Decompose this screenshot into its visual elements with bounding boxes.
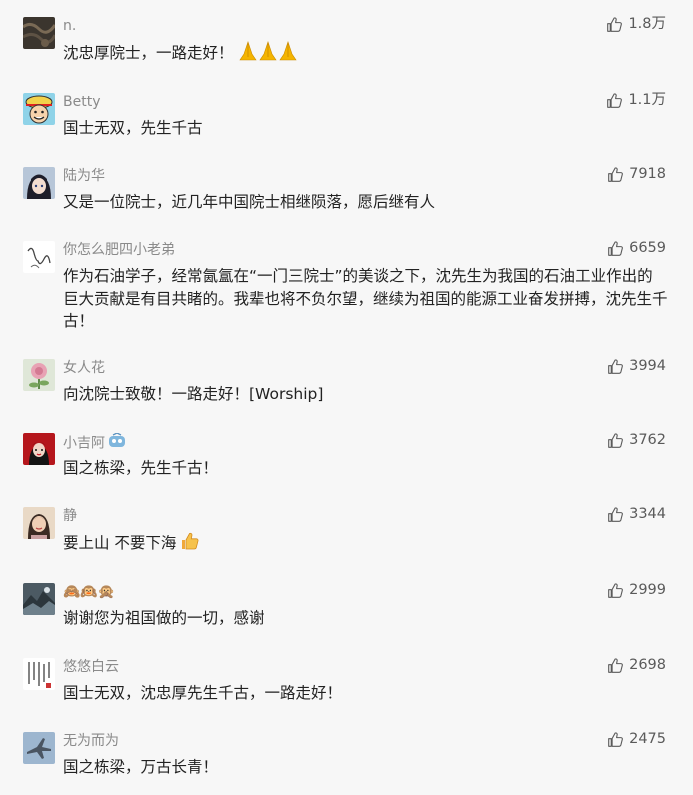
like-button[interactable]: 2698 (607, 655, 666, 675)
comment-text: 要上山 不要下海 (63, 531, 668, 558)
like-button[interactable]: 3344 (607, 504, 666, 524)
like-button[interactable]: 3762 (607, 430, 666, 450)
avatar[interactable] (23, 359, 55, 391)
comment-text: 沈忠厚院士，一路走好！ (63, 41, 668, 68)
like-button[interactable]: 7918 (607, 164, 666, 184)
comment-nickname[interactable]: 悠悠白云 (63, 658, 119, 676)
avatar[interactable] (23, 17, 55, 49)
comment-nickname[interactable]: 你怎么肥四小老弟 (63, 241, 175, 259)
thumbs-up-icon (607, 16, 623, 32)
like-count: 1.1万 (628, 92, 666, 108)
like-count: 6659 (629, 240, 666, 256)
thumbs-up-icon (608, 657, 624, 673)
avatar[interactable] (23, 241, 55, 273)
thumbs-up-icon (608, 358, 624, 374)
avatar[interactable] (23, 167, 55, 199)
like-button[interactable]: 3994 (607, 356, 666, 376)
comment-nickname[interactable]: 小吉阿 (63, 432, 126, 454)
thumbs-up-icon (608, 432, 624, 448)
pray-hands-icon (238, 41, 298, 68)
comment-text: 国士无双，先生千古 (63, 119, 203, 137)
thumbs-up-icon (607, 92, 623, 108)
comment-nickname[interactable]: 女人花 (63, 359, 105, 377)
vip-badge-icon (108, 432, 126, 454)
like-button[interactable]: 1.8万 (606, 14, 666, 34)
like-button[interactable]: 2999 (607, 580, 666, 600)
comment-nickname[interactable]: 🙈🙉🙊 (63, 583, 115, 601)
like-count: 2698 (629, 657, 666, 673)
comment-nickname[interactable]: 无为而为 (63, 732, 119, 750)
comment-text: 国之栋梁，先生千古！ (63, 459, 219, 477)
comment-nickname[interactable]: 静 (63, 507, 77, 525)
avatar[interactable] (23, 658, 55, 690)
comment-text: 谢谢您为祖国做的一切，感谢 (63, 609, 265, 627)
thumbs-up-icon (608, 506, 624, 522)
like-count: 3994 (629, 358, 666, 374)
like-button[interactable]: 1.1万 (606, 90, 666, 110)
avatar[interactable] (23, 583, 55, 615)
like-count: 2999 (629, 582, 666, 598)
comment-nickname[interactable]: Betty (63, 93, 100, 111)
comment-text: 又是一位院士，近几年中国院士相继陨落，愿后继有人 (63, 193, 436, 211)
thumbs-up-icon (608, 582, 624, 598)
thumbs-up-icon (608, 240, 624, 256)
comment-text: 向沈院士致敬！一路走好！[Worship] (63, 385, 324, 403)
thumbs-up-emoji-icon (180, 531, 200, 558)
thumbs-up-icon (608, 166, 624, 182)
comment-text: 作为石油学子，经常氤氲在“一门三院士”的美谈之下，沈先生为我国的石油工业作出的巨… (63, 267, 668, 330)
avatar[interactable] (23, 433, 55, 465)
comment-text: 国士无双，沈忠厚先生千古，一路走好！ (63, 684, 343, 702)
avatar[interactable] (23, 507, 55, 539)
comment-list: n. 沈忠厚院士，一路走好！ 1.8万 Betty 国士无双，先生千古 1.1万… (0, 0, 693, 795)
like-count: 3344 (629, 506, 666, 522)
like-button[interactable]: 2475 (607, 729, 666, 749)
avatar[interactable] (23, 93, 55, 125)
avatar[interactable] (23, 732, 55, 764)
comment-text: 国之栋梁，万古长青！ (63, 758, 219, 776)
thumbs-up-icon (608, 731, 624, 747)
like-button[interactable]: 6659 (607, 238, 666, 258)
comment-nickname[interactable]: 陆为华 (63, 167, 105, 185)
like-count: 1.8万 (628, 16, 666, 32)
like-count: 3762 (629, 432, 666, 448)
comment-nickname[interactable]: n. (63, 17, 76, 35)
like-count: 7918 (629, 166, 666, 182)
like-count: 2475 (629, 731, 666, 747)
